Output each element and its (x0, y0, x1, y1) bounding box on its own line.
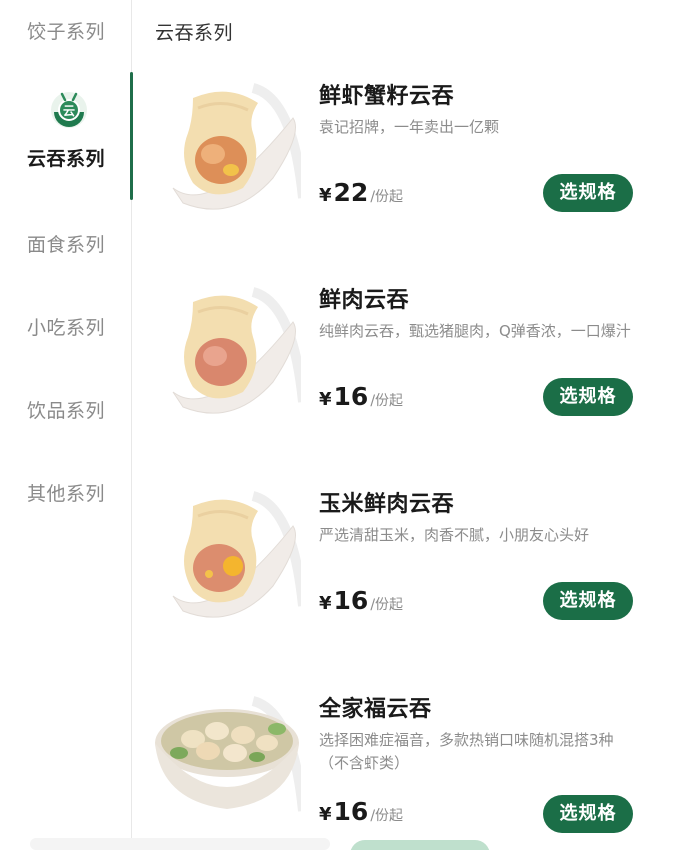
price-unit: /份起 (370, 393, 404, 409)
sidebar-item-label: 云吞系列 (26, 148, 105, 170)
price-unit: /份起 (370, 189, 404, 205)
product-image[interactable] (153, 282, 301, 430)
product-price: ¥16/份起 (319, 797, 403, 826)
product-image[interactable] (153, 691, 301, 839)
select-spec-button[interactable]: 选规格 (543, 174, 633, 212)
product-description: 袁记招牌，一年卖出一亿颗 (319, 118, 500, 136)
product-image[interactable] (153, 78, 301, 226)
svg-text:云: 云 (63, 104, 75, 118)
product-name: 鲜肉云吞 (319, 288, 410, 313)
product-image[interactable] (153, 486, 301, 634)
product-description: 选择困难症福音，多款热销口味随机混搭3种（不含虾类） (319, 731, 614, 772)
currency-symbol: ¥ (319, 185, 332, 206)
currency-symbol: ¥ (319, 804, 332, 825)
sidebar-item-label: 面食系列 (26, 234, 105, 256)
sidebar-item-label: 饺子系列 (26, 21, 105, 43)
product-description: 纯鲜肉云吞，甄选猪腿肉，Q弹香浓，一口爆汁 (319, 322, 631, 340)
product-name: 全家福云吞 (319, 697, 432, 722)
product-price: ¥22/份起 (319, 178, 403, 207)
price-value: 22 (333, 178, 369, 207)
product-card[interactable]: 鲜虾蟹籽云吞 袁记招牌，一年卖出一亿颗 ¥22/份起 选规格 (133, 78, 692, 268)
product-card[interactable]: 玉米鲜肉云吞 严选清甜玉米，肉香不腻，小朋友心头好 ¥16/份起 选规格 (133, 486, 692, 676)
bottom-bar-edge (30, 838, 330, 850)
product-price: ¥16/份起 (319, 382, 403, 411)
product-price: ¥16/份起 (319, 586, 403, 615)
menu-page: 饺子系列 云 云吞系列 面食系列 小吃系列 饮品系列 其他系列 云吞系列 鲜虾蟹… (0, 0, 692, 850)
select-spec-button[interactable]: 选规格 (543, 795, 633, 833)
product-card[interactable]: 鲜肉云吞 纯鲜肉云吞，甄选猪腿肉，Q弹香浓，一口爆汁 ¥16/份起 选规格 (133, 282, 692, 472)
select-spec-button[interactable]: 选规格 (543, 582, 633, 620)
sidebar-item-wontons[interactable]: 云 云吞系列 (0, 72, 133, 200)
sidebar-item-label: 其他系列 (26, 483, 105, 505)
price-unit: /份起 (370, 808, 404, 824)
product-card[interactable]: 全家福云吞 选择困难症福音，多款热销口味随机混搭3种（不含虾类） ¥16/份起 … (133, 691, 692, 850)
sidebar-item-label: 小吃系列 (26, 317, 105, 339)
bottom-action-pill[interactable] (350, 840, 490, 850)
select-spec-button[interactable]: 选规格 (543, 378, 633, 416)
wonton-badge-icon: 云 (51, 92, 87, 128)
price-value: 16 (333, 586, 369, 615)
section-title: 云吞系列 (155, 22, 234, 44)
sidebar-item-snacks[interactable]: 小吃系列 (0, 313, 132, 340)
price-value: 16 (333, 382, 369, 411)
product-list: 云吞系列 鲜虾蟹籽云吞 袁记招牌，一年卖出一亿颗 ¥22/份起 选规格 鲜肉云吞… (133, 0, 692, 850)
category-sidebar: 饺子系列 云 云吞系列 面食系列 小吃系列 饮品系列 其他系列 (0, 0, 133, 850)
sidebar-item-noodles[interactable]: 面食系列 (0, 230, 132, 257)
product-name: 玉米鲜肉云吞 (319, 492, 455, 517)
sidebar-item-dumplings[interactable]: 饺子系列 (0, 17, 132, 44)
sidebar-item-others[interactable]: 其他系列 (0, 479, 132, 506)
sidebar-item-drinks[interactable]: 饮品系列 (0, 396, 132, 423)
price-value: 16 (333, 797, 369, 826)
sidebar-item-label: 饮品系列 (26, 400, 105, 422)
price-unit: /份起 (370, 597, 404, 613)
currency-symbol: ¥ (319, 593, 332, 614)
currency-symbol: ¥ (319, 389, 332, 410)
product-description: 严选清甜玉米，肉香不腻，小朋友心头好 (319, 526, 590, 544)
product-name: 鲜虾蟹籽云吞 (319, 84, 455, 109)
